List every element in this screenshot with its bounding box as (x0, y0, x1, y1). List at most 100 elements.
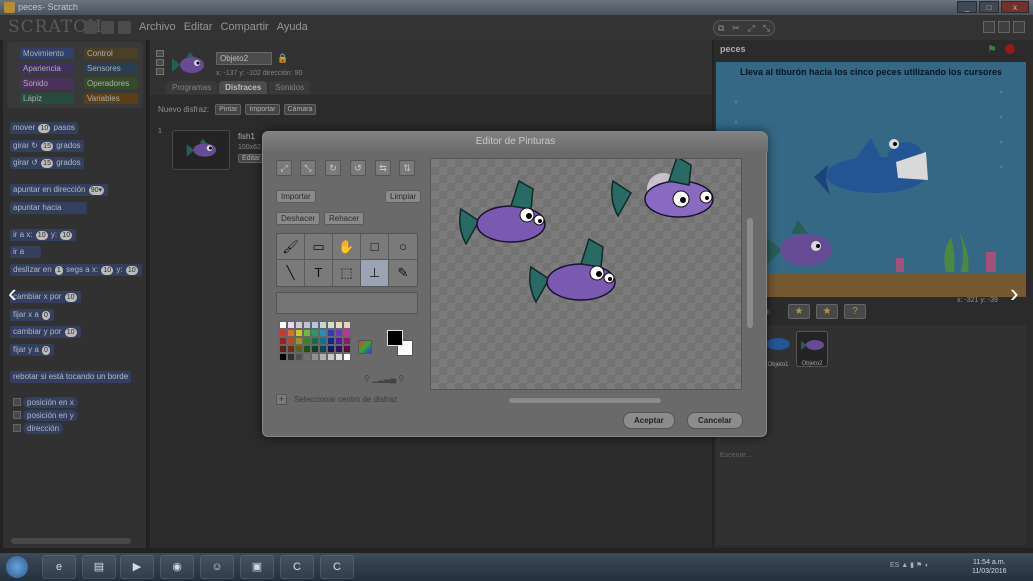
color-swatch[interactable] (319, 329, 327, 337)
color-swatch[interactable] (343, 337, 351, 345)
color-swatch[interactable] (335, 321, 343, 329)
clear-button[interactable]: Limpiar (385, 190, 422, 203)
color-swatch[interactable] (279, 321, 287, 329)
color-swatch[interactable] (343, 321, 351, 329)
color-swatch[interactable] (327, 337, 335, 345)
color-swatch[interactable] (279, 353, 287, 361)
color-swatch[interactable] (319, 337, 327, 345)
color-swatch[interactable] (335, 345, 343, 353)
brush-tool[interactable]: 🖌 (277, 234, 305, 260)
color-swatch[interactable] (279, 329, 287, 337)
color-swatch[interactable] (327, 329, 335, 337)
start-button[interactable] (6, 556, 28, 578)
color-swatch[interactable] (311, 345, 319, 353)
color-swatch[interactable] (295, 329, 303, 337)
line-tool[interactable]: ╲ (277, 260, 305, 286)
scratch-taskbar-icon[interactable]: ☺ (200, 555, 234, 579)
eyedropper-tool[interactable]: ✎ (389, 260, 417, 286)
color-swatch[interactable] (303, 337, 311, 345)
explorer-taskbar-icon[interactable]: ▤ (82, 555, 116, 579)
ie-taskbar-icon[interactable]: e (42, 555, 76, 579)
color-swatch[interactable] (319, 345, 327, 353)
canvas-vertical-scrollbar[interactable] (747, 218, 753, 328)
color-swatch[interactable] (295, 345, 303, 353)
color-swatch[interactable] (295, 353, 303, 361)
camtasia-recorder-taskbar-icon[interactable]: C (320, 555, 354, 579)
import-button[interactable]: Importar (276, 190, 316, 203)
color-swatch[interactable] (287, 321, 295, 329)
rotate-cw-icon[interactable]: ↻ (325, 160, 341, 176)
color-swatch[interactable] (327, 345, 335, 353)
paint-tools: 🖌 ▭ ✋ □ ○ ╲ T ⬚ ⊥ ✎ (276, 233, 418, 287)
undo-button[interactable]: Deshacer (276, 212, 321, 225)
fish-1 (459, 179, 546, 246)
color-swatch[interactable] (287, 353, 295, 361)
cancel-button[interactable]: Cancelar (687, 412, 743, 429)
canvas-fish-drawing (459, 159, 714, 304)
color-swatch[interactable] (335, 353, 343, 361)
color-swatch[interactable] (311, 321, 319, 329)
color-swatch[interactable] (311, 337, 319, 345)
color-swatch[interactable] (343, 345, 351, 353)
camtasia-taskbar-icon[interactable]: C (280, 555, 314, 579)
color-palette (279, 321, 351, 385)
color-swatch[interactable] (279, 345, 287, 353)
chrome-taskbar-icon[interactable]: ◉ (160, 555, 194, 579)
grow-icon[interactable]: ⤢ (276, 160, 292, 176)
text-tool[interactable]: T (305, 260, 333, 286)
media-taskbar-icon[interactable]: ▶ (120, 555, 154, 579)
set-center-icon[interactable]: + (276, 394, 287, 405)
system-tray[interactable]: ES ▲ ▮ ⚑ ◖ (890, 561, 928, 569)
rectangle-tool[interactable]: □ (361, 234, 389, 260)
flip-horizontal-icon[interactable]: ⇆ (375, 160, 391, 176)
rotate-ccw-icon[interactable]: ↺ (350, 160, 366, 176)
shrink-icon[interactable]: ⤡ (300, 160, 316, 176)
color-swatch[interactable] (311, 329, 319, 337)
flip-vertical-icon[interactable]: ⇅ (399, 160, 415, 176)
color-swatch[interactable] (295, 321, 303, 329)
previous-arrow-icon[interactable]: ‹ (8, 278, 17, 309)
accept-button[interactable]: Aceptar (623, 412, 675, 429)
color-swatch[interactable] (287, 329, 295, 337)
windows-taskbar: e ▤ ▶ ◉ ☺ ▣ C C ES ▲ ▮ ⚑ ◖ 11:54 a.m. 11… (0, 553, 1033, 581)
paint-editor-dialog: Editor de Pinturas ⤢ ⤡ ↻ ↺ ⇆ ⇅ Importar … (262, 131, 768, 437)
screen: peces- Scratch _ □ x SCRATCH Archivo Edi… (0, 0, 1033, 581)
fill-tool[interactable]: ✋ (333, 234, 361, 260)
canvas-horizontal-scrollbar[interactable] (509, 398, 661, 403)
foreground-color-swatch[interactable] (387, 330, 403, 346)
paint-canvas[interactable] (430, 158, 742, 390)
color-swatch[interactable] (287, 337, 295, 345)
color-swatch[interactable] (295, 337, 303, 345)
color-swatch[interactable] (343, 353, 351, 361)
color-swatch[interactable] (303, 329, 311, 337)
zoom-control[interactable]: ⚲ ▁▂▃▄ ⚲ (364, 374, 404, 383)
color-swatch[interactable] (287, 345, 295, 353)
color-swatch[interactable] (303, 353, 311, 361)
color-swatch[interactable] (327, 353, 335, 361)
color-swatch[interactable] (303, 345, 311, 353)
fish-2 (529, 237, 616, 304)
color-swatch[interactable] (335, 337, 343, 345)
select-tool[interactable]: ⬚ (333, 260, 361, 286)
set-center-label: Seleccionar centro de disfraz (294, 395, 398, 404)
presentation-taskbar-icon[interactable]: ▣ (240, 555, 274, 579)
color-swatches (387, 330, 415, 358)
ellipse-tool[interactable]: ○ (389, 234, 417, 260)
gradient-icon[interactable] (358, 340, 372, 354)
paint-editor-title: Editor de Pinturas (263, 132, 768, 152)
color-swatch[interactable] (327, 321, 335, 329)
color-swatch[interactable] (303, 321, 311, 329)
redo-button[interactable]: Rehacer (324, 212, 365, 225)
clock[interactable]: 11:54 a.m. 11/03/2016 (972, 558, 1007, 576)
color-swatch[interactable] (343, 329, 351, 337)
next-arrow-icon[interactable]: › (1010, 278, 1019, 309)
tool-options-area (276, 292, 418, 314)
color-swatch[interactable] (311, 353, 319, 361)
color-swatch[interactable] (319, 321, 327, 329)
color-swatch[interactable] (319, 353, 327, 361)
stamp-tool[interactable]: ⊥ (361, 260, 389, 286)
eraser-tool[interactable]: ▭ (305, 234, 333, 260)
color-swatch[interactable] (335, 329, 343, 337)
fish-3 (611, 159, 714, 218)
color-swatch[interactable] (279, 337, 287, 345)
